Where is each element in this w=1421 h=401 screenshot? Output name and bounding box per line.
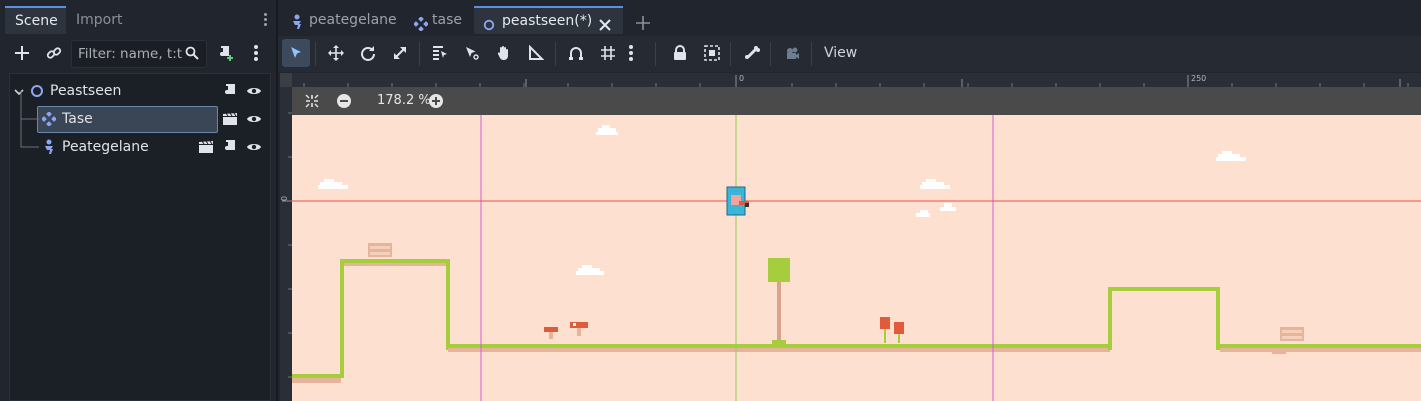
visibility-eye-icon[interactable] <box>246 140 262 158</box>
dock-menu-icon[interactable] <box>258 6 272 34</box>
clapperboard-icon[interactable] <box>198 140 214 158</box>
camera-override-icon[interactable] <box>778 39 806 67</box>
move-mode-icon[interactable] <box>322 39 350 67</box>
tab-import[interactable]: Import <box>66 6 132 34</box>
scene-tree: Peastseen Tase Peategelane <box>9 73 271 401</box>
snap-options-icon[interactable] <box>624 39 638 67</box>
lock-icon[interactable] <box>666 39 694 67</box>
pivot-mode-icon[interactable] <box>458 39 486 67</box>
dock-tabs: Scene Import <box>0 6 276 34</box>
tab-label: peastseen(*) <box>502 13 593 29</box>
sky-background <box>292 115 1421 401</box>
add-node-icon[interactable] <box>10 41 34 65</box>
level-canvas[interactable] <box>292 115 1421 401</box>
zoom-out-icon[interactable] <box>336 93 352 113</box>
tree-node-label: Peategelane <box>62 139 149 155</box>
tree-node-label: Peastseen <box>50 83 122 99</box>
pan-hand-icon[interactable] <box>490 39 518 67</box>
view-menu[interactable]: View <box>814 39 867 67</box>
scene-dock: Scene Import Filter: name, t:t Peastseen… <box>0 0 276 401</box>
scene-toolbar <box>0 36 276 70</box>
zoom-controls: 178.2 % <box>292 87 1421 115</box>
tab-peastseen[interactable]: peastseen(*) <box>474 6 623 34</box>
tab-peategelane[interactable]: peategelane <box>286 6 398 34</box>
tab-scene[interactable]: Scene <box>5 6 66 34</box>
tree-row-peategelane[interactable]: Peategelane <box>10 119 270 161</box>
visibility-eye-icon[interactable] <box>246 84 262 102</box>
visibility-eye-icon[interactable] <box>246 112 262 130</box>
tree-connector <box>20 119 39 148</box>
ruler-horizontal: 0 250 <box>292 73 1421 87</box>
fence-sign <box>368 243 392 257</box>
script-icon[interactable] <box>223 139 237 159</box>
fence-sign <box>1280 327 1304 341</box>
tab-label: tase <box>432 12 462 28</box>
ruler-mode-icon[interactable] <box>522 39 550 67</box>
rotate-mode-icon[interactable] <box>354 39 382 67</box>
bone-tool-icon[interactable] <box>738 39 766 67</box>
group-icon[interactable] <box>698 39 726 67</box>
tree-row-tase[interactable]: Tase <box>10 91 270 133</box>
tab-tase[interactable]: tase <box>412 6 468 34</box>
filter-input[interactable] <box>78 45 182 63</box>
ruler-corner <box>280 73 292 87</box>
scene-tab-bar: peategelane tase peastseen(*) <box>278 6 1421 34</box>
canvas-viewport[interactable]: 0 250 0 178.2 % <box>280 73 1421 401</box>
zoom-in-icon[interactable] <box>428 93 444 113</box>
search-icon <box>185 46 199 64</box>
script-icon[interactable] <box>223 83 237 103</box>
filter-field[interactable] <box>71 40 207 68</box>
attach-script-icon[interactable] <box>214 41 238 65</box>
tilemap-icon <box>41 111 57 130</box>
character-body-icon <box>42 139 56 159</box>
tree-node-label: Tase <box>62 111 93 127</box>
grid-snap-icon[interactable] <box>594 39 622 67</box>
ruler-label-0-vertical: 0 <box>280 195 290 202</box>
canvas-toolbar: View <box>278 36 1421 72</box>
list-select-icon[interactable] <box>426 39 454 67</box>
tab-label: peategelane <box>309 12 397 28</box>
center-view-icon[interactable] <box>304 93 320 113</box>
zoom-level[interactable]: 178.2 % <box>377 87 431 115</box>
select-mode-icon[interactable] <box>282 39 310 67</box>
instance-link-icon[interactable] <box>42 41 66 65</box>
ruler-vertical: 0 <box>280 73 292 401</box>
scale-mode-icon[interactable] <box>386 39 414 67</box>
tree-row-peastseen[interactable]: Peastseen <box>10 77 270 105</box>
new-tab-button[interactable] <box>634 6 654 34</box>
clapperboard-icon[interactable] <box>222 112 238 130</box>
ruler-label-0: 0 <box>739 74 745 83</box>
smart-snap-icon[interactable] <box>562 39 590 67</box>
more-options-icon[interactable] <box>244 41 268 65</box>
ruler-label-250: 250 <box>1191 74 1207 83</box>
